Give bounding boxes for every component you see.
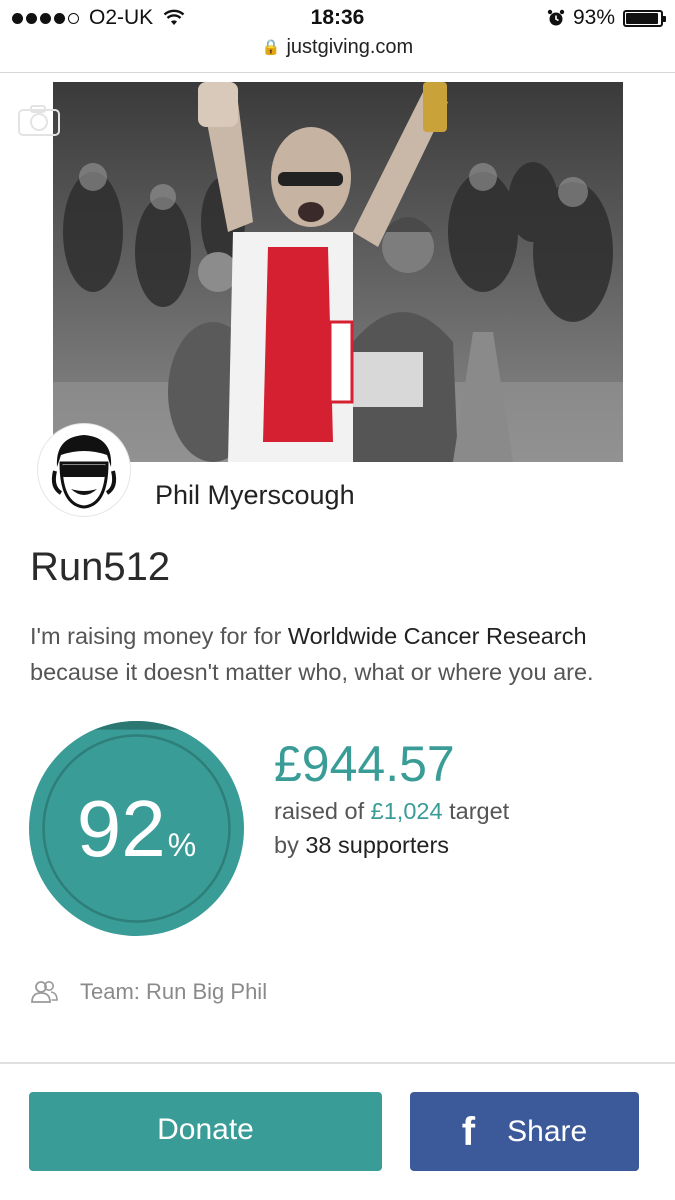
page-description: I'm raising money for for Worldwide Canc… [30,618,640,690]
url-text: justgiving.com [286,36,414,58]
fundraiser-name[interactable]: Phil Myerscough [155,480,355,511]
team-label: Team: Run Big Phil [80,979,268,1004]
status-bar: O2-UK 18:36 93% [0,0,675,36]
header-divider [0,72,675,73]
status-right: 93% [547,6,666,30]
avatar[interactable] [38,424,130,516]
battery-percent: 93% [572,6,615,29]
actions-divider [0,1062,675,1064]
by-label: by [274,832,306,858]
team-info[interactable]: Team: Run Big Phil [30,978,267,1006]
amount-raised: £944.57 [274,736,455,792]
share-button[interactable]: f Share [410,1092,639,1171]
cover-photo [53,82,623,462]
progress-percent: 92% [29,783,244,875]
supporters-count[interactable]: 38 supporters [305,832,449,858]
target-amount: £1,024 [370,798,443,824]
share-label: Share [507,1114,588,1148]
percent-symbol: % [167,827,197,863]
description-suffix: because it doesn't matter who, what or w… [30,659,594,685]
battery-icon [623,9,666,27]
alarm-icon [547,9,565,26]
page-title: Run512 [30,545,171,589]
target-text: raised of £1,024 target [274,798,509,825]
progress-circle: 92% [29,721,244,936]
raised-of-label: raised of [274,798,371,824]
camera-icon[interactable] [18,104,60,136]
target-suffix: target [442,798,510,824]
team-icon [31,981,58,1003]
address-bar[interactable]: 🔒 justgiving.com [0,36,675,70]
supporters-text: by 38 supporters [274,832,449,859]
lock-icon: 🔒 [261,39,281,56]
facebook-icon: f [461,1109,476,1154]
description-prefix: I'm raising money for for [30,623,288,649]
percent-value: 92 [76,784,166,873]
donate-button[interactable]: Donate [29,1092,382,1171]
charity-link[interactable]: Worldwide Cancer Research [288,623,587,649]
